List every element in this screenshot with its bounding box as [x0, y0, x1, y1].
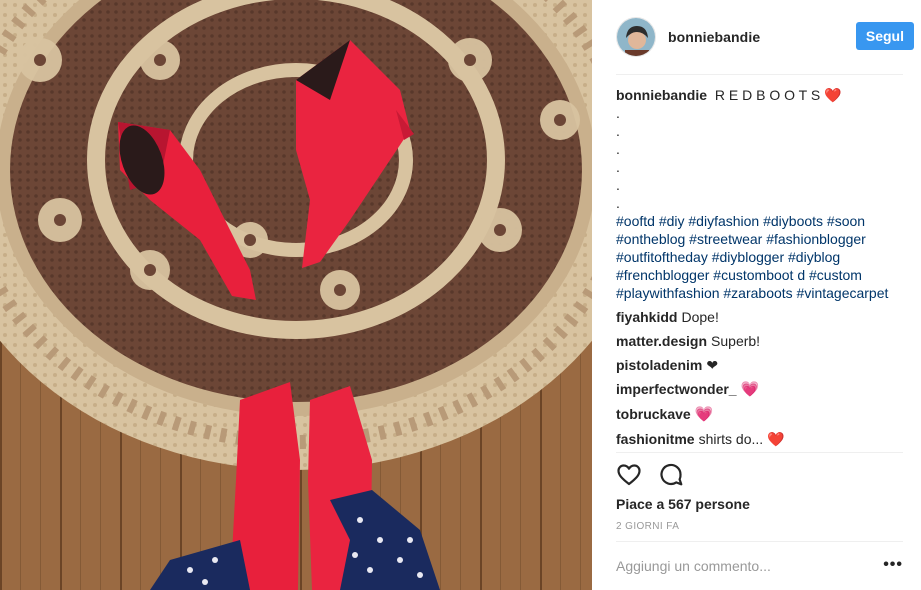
post-username[interactable]: bonniebandie [668, 29, 760, 45]
comment-text: Dope! [681, 309, 719, 325]
comment-item: pistoladenim ❤ [616, 356, 906, 374]
post-timestamp: 2 GIORNI FA [616, 521, 680, 532]
caption-text: R E D B O O T S [714, 87, 821, 103]
comment-text: Superb! [711, 333, 761, 349]
comment-bubble-icon[interactable] [658, 462, 684, 488]
post-image[interactable] [0, 0, 592, 590]
comment-item: matter.design Superb! [616, 332, 906, 350]
caption-dot: . [616, 195, 620, 211]
comment-item: imperfectwonder_ 💗 [616, 380, 906, 399]
comment-username[interactable]: pistoladenim [616, 357, 702, 373]
post-sidebar: bonniebandie Segul bonniebandie R E D B … [592, 0, 921, 590]
avatar-image [617, 18, 655, 56]
caption-dot: . [616, 105, 620, 121]
post-actions [616, 462, 700, 488]
caption-dot: . [616, 123, 620, 139]
caption-dot: . [616, 177, 620, 193]
caption-dot: . [616, 141, 620, 157]
post-photo-illustration [0, 0, 592, 590]
follow-button[interactable]: Segul [855, 22, 914, 50]
comment-text: ❤ [706, 357, 719, 373]
header-divider [616, 74, 903, 75]
comment-item: fiyahkidd Dope! [616, 308, 906, 326]
caption-emoji: ❤️ [824, 87, 842, 103]
likes-count[interactable]: Piace a 567 persone [616, 496, 750, 512]
comment-username[interactable]: tobruckave [616, 406, 691, 422]
comment-text: 💗 [694, 406, 714, 423]
actions-divider [616, 452, 903, 453]
caption-hashtags[interactable]: #ooftd #diy #diyfashion #diyboots #soon … [616, 212, 906, 302]
avatar[interactable] [616, 17, 656, 57]
post-caption: bonniebandie R E D B O O T S ❤️ . . . . … [616, 86, 906, 302]
comment-item: tobruckave 💗 [616, 405, 906, 424]
comment-username[interactable]: fashionitme [616, 431, 695, 447]
caption-username[interactable]: bonniebandie [616, 87, 707, 103]
add-comment-input[interactable] [616, 558, 856, 574]
comment-text: shirts do... ❤️ [698, 431, 785, 447]
comment-username[interactable]: matter.design [616, 333, 707, 349]
comment-item: fashionitme shirts do... ❤️ [616, 430, 906, 448]
post-header: bonniebandie Segul [616, 16, 914, 58]
comment-username[interactable]: fiyahkidd [616, 309, 677, 325]
more-options-button[interactable]: ••• [883, 556, 903, 574]
heart-outline-icon[interactable] [616, 462, 642, 488]
comments-list[interactable]: bonniebandie R E D B O O T S ❤️ . . . . … [616, 86, 906, 452]
comment-text: 💗 [740, 381, 760, 398]
caption-dot: . [616, 159, 620, 175]
comment-username[interactable]: imperfectwonder_ [616, 381, 737, 397]
comment-divider [616, 541, 903, 542]
